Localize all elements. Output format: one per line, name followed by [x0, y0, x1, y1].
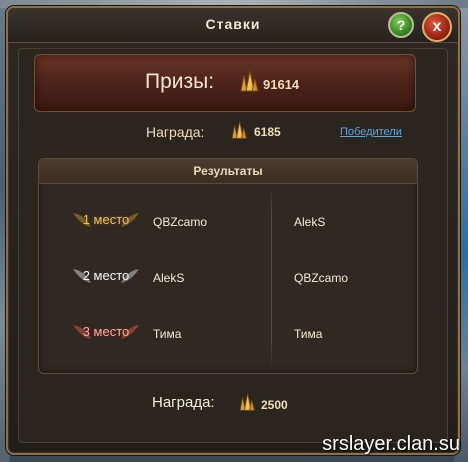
bottom-reward-value: 2500 — [261, 398, 288, 412]
results-header: Результаты — [39, 159, 417, 184]
place-badge-1: 1 место — [71, 207, 141, 233]
bottom-reward-label: Награда: — [152, 394, 215, 411]
row-1-left-player: QBZcamo — [153, 215, 208, 229]
gold-crystal-icon — [240, 70, 259, 92]
reward-value: 6185 — [254, 125, 281, 139]
close-button[interactable]: x — [422, 12, 452, 42]
row-1-right-player: AlekS — [294, 215, 326, 229]
results-panel: Результаты 1 место QBZcamo AlekS 2 место… — [38, 158, 418, 374]
title-bar: Ставки ? x — [8, 8, 458, 43]
prize-banner: Призы: 91614 — [34, 54, 416, 112]
place-label: 1 место — [82, 212, 130, 227]
row-3-right-player: Тима — [294, 327, 323, 341]
place-label: 3 место — [82, 324, 130, 339]
results-divider — [271, 187, 272, 367]
gold-crystal-icon — [231, 121, 247, 139]
winners-link[interactable]: Победители — [340, 126, 402, 138]
row-3-left-player: Тима — [153, 327, 182, 341]
row-2-right-player: QBZcamo — [294, 271, 349, 285]
place-label: 2 место — [82, 268, 130, 283]
reward-label: Награда: — [146, 124, 205, 140]
watermark: srslayer.clan.su — [322, 433, 460, 455]
place-badge-3: 3 место — [71, 319, 141, 345]
place-badge-2: 2 место — [71, 263, 141, 289]
help-button[interactable]: ? — [388, 12, 414, 38]
gold-crystal-icon — [239, 393, 255, 411]
results-title: Результаты — [193, 164, 263, 178]
prizes-label: Призы: — [145, 70, 215, 93]
prizes-value: 91614 — [263, 77, 300, 92]
row-2-left-player: AlekS — [153, 271, 185, 285]
